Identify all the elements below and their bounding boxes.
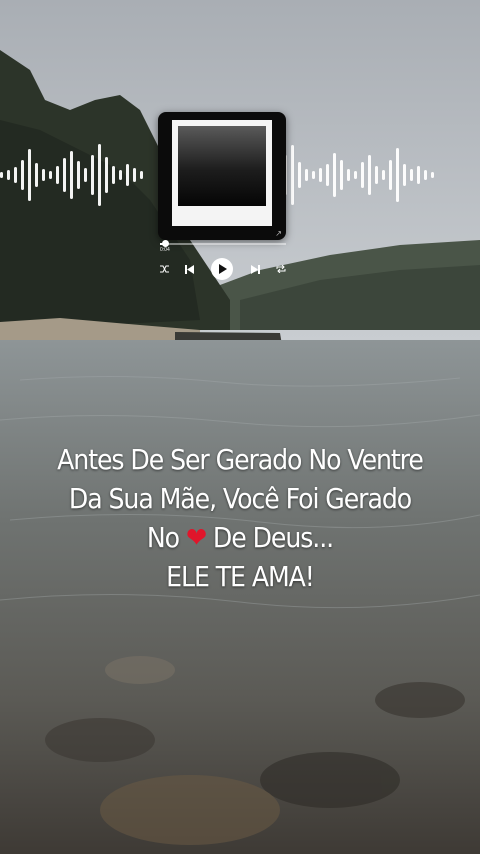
heart-icon: ❤	[185, 521, 207, 554]
waveform-bar	[291, 145, 294, 205]
waveform-bar	[28, 149, 31, 201]
caption-line-3-prefix: No	[146, 521, 186, 554]
waveform-bar	[382, 170, 385, 180]
progress-bar[interactable]	[160, 240, 286, 247]
waveform-bar	[119, 170, 122, 180]
waveform-bar	[431, 172, 434, 178]
caption-text: Antes De Ser Gerado No Ventre Da Sua Mãe…	[24, 440, 456, 596]
waveform-bar	[389, 160, 392, 190]
waveform-bar	[133, 168, 136, 182]
waveform-bar	[333, 153, 336, 197]
waveform-bar	[347, 169, 350, 181]
caption-line-2: Da Sua Mãe, Você Foi Gerado	[68, 482, 412, 515]
waveform-bar	[375, 166, 378, 184]
repeat-icon[interactable]	[273, 256, 289, 282]
waveform-bar	[396, 148, 399, 202]
waveform-bar	[403, 164, 406, 186]
waveform-bar	[21, 160, 24, 190]
play-button[interactable]	[211, 258, 233, 280]
waveform-bar	[312, 171, 315, 179]
waveform-bar	[112, 166, 115, 184]
caption-line-4: ELE TE AMA!	[166, 560, 315, 593]
caption-line-3-suffix: De Deus...	[205, 521, 334, 554]
waveform-bar	[126, 164, 129, 186]
waveform-bar	[319, 168, 322, 182]
play-icon	[218, 264, 227, 274]
waveform-bar	[14, 167, 17, 183]
waveform-bar	[305, 169, 308, 181]
waveform-bar	[56, 166, 59, 184]
next-icon[interactable]	[247, 256, 263, 282]
waveform-bar	[84, 168, 87, 182]
caption-line-1: Antes De Ser Gerado No Ventre	[57, 443, 424, 476]
elapsed-time: 0:04	[160, 247, 170, 253]
waveform-bar	[70, 151, 73, 199]
waveform-bar	[140, 171, 143, 179]
polaroid-frame	[172, 120, 272, 226]
waveform-bar	[298, 162, 301, 188]
expand-icon[interactable]: ↗	[275, 229, 282, 238]
waveform-bar	[35, 163, 38, 187]
waveform-bar	[91, 155, 94, 195]
album-art-image	[178, 126, 266, 206]
waveform-bar	[424, 170, 427, 180]
waveform-bar	[417, 166, 420, 184]
previous-icon[interactable]	[181, 256, 197, 282]
waveform-bar	[63, 158, 66, 192]
album-art-card[interactable]: ↗	[158, 112, 286, 240]
waveform-bar	[7, 170, 10, 180]
waveform-bar	[326, 164, 329, 186]
waveform-bar	[49, 171, 52, 179]
waveform-bar	[0, 172, 3, 178]
waveform-bar	[410, 169, 413, 181]
waveform-left	[0, 135, 143, 215]
player-controls	[156, 256, 290, 282]
waveform-bar	[361, 162, 364, 188]
waveform-bar	[368, 155, 371, 195]
waveform-bar	[98, 144, 101, 206]
waveform-bar	[105, 157, 108, 193]
waveform-bar	[354, 171, 357, 179]
caption-line-3: No ❤ De Deus...	[24, 518, 456, 557]
waveform-right	[284, 135, 434, 215]
waveform-bar	[340, 160, 343, 190]
progress-knob[interactable]	[162, 240, 170, 247]
shuffle-icon[interactable]	[156, 256, 172, 282]
waveform-bar	[42, 169, 45, 181]
waveform-bar	[77, 161, 80, 189]
